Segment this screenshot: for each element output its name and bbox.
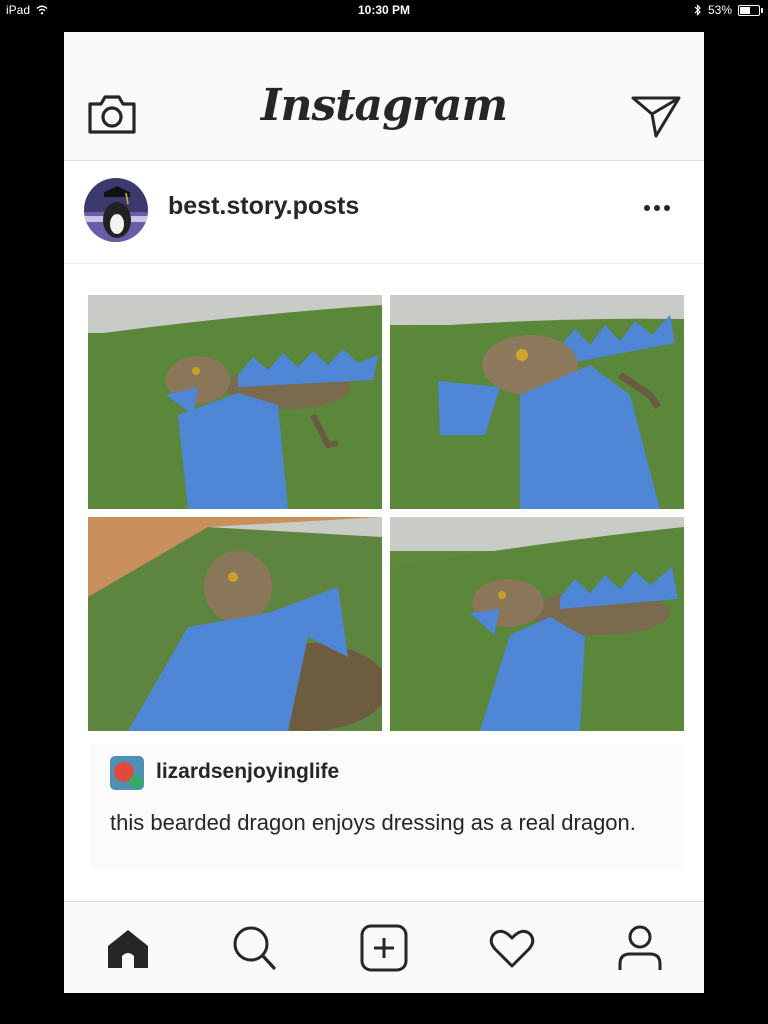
- bluetooth-icon: [694, 4, 701, 16]
- profile-icon[interactable]: [616, 924, 664, 972]
- bottom-tab-bar: [64, 901, 704, 993]
- dot: [644, 205, 650, 211]
- search-icon[interactable]: [230, 924, 278, 972]
- avatar-image: [84, 178, 148, 242]
- dot: [654, 205, 660, 211]
- dot: [664, 205, 670, 211]
- clock: 10:30 PM: [357, 3, 411, 17]
- post-username[interactable]: best.story.posts: [168, 192, 359, 221]
- user-avatar[interactable]: [84, 178, 148, 242]
- new-post-icon[interactable]: [360, 924, 408, 972]
- battery-icon: [738, 4, 763, 16]
- battery-level: [740, 6, 750, 14]
- lizard-photo-1: [88, 295, 382, 509]
- instagram-logo: Instagram: [260, 80, 508, 131]
- lizard-photo-2: [390, 295, 684, 509]
- instagram-app: Instagram best.story.posts lizardsenjoyi…: [64, 32, 704, 993]
- home-icon[interactable]: [104, 924, 152, 972]
- post-header: [64, 161, 704, 264]
- reblog-avatar: [110, 756, 144, 790]
- battery-percent: 53%: [707, 3, 732, 17]
- activity-heart-icon[interactable]: [488, 924, 536, 972]
- more-options-icon[interactable]: [644, 198, 674, 218]
- caption-text: this bearded dragon enjoys dressing as a…: [110, 810, 636, 835]
- lizard-photo-3: [88, 517, 382, 731]
- post-image[interactable]: [88, 295, 685, 735]
- status-bar: iPad 10:30 PM 53%: [0, 0, 768, 22]
- lizard-photo-4: [390, 517, 684, 731]
- caption-username: lizardsenjoyinglife: [156, 760, 340, 783]
- top-navigation-bar: Instagram: [64, 32, 704, 161]
- direct-send-icon[interactable]: [630, 94, 682, 140]
